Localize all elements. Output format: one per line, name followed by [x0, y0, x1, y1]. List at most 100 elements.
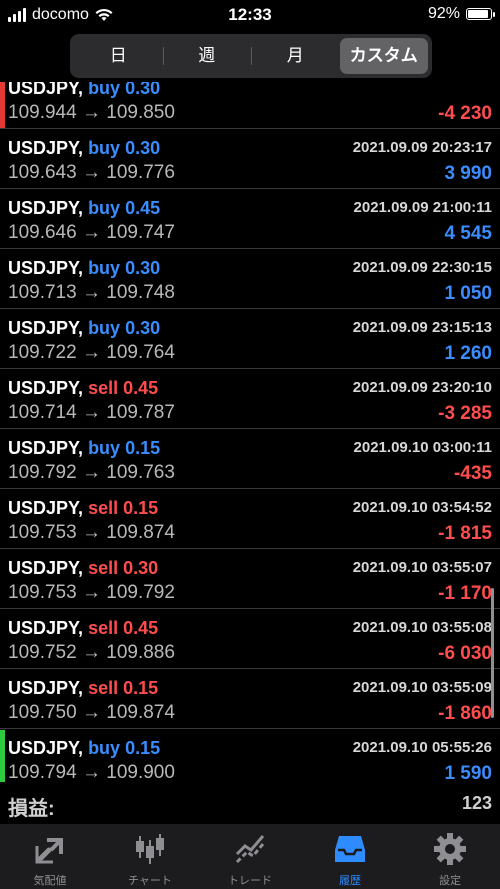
trade-prices: 109.944 → 109.850	[8, 102, 175, 124]
close-price: 109.764	[106, 342, 175, 363]
trade-profit-loss: -1 815	[438, 523, 492, 544]
close-price: 109.763	[106, 462, 175, 483]
trade-side: buy	[88, 138, 121, 158]
trade-row[interactable]: USDJPY, sell 0.15 2021.09.10 03:54:52 109.…	[0, 490, 500, 549]
arrow-icon: →	[81, 762, 101, 782]
trade-row[interactable]: USDJPY, sell 0.45 2021.09.10 03:55:08 109.…	[0, 610, 500, 669]
trade-side: buy	[88, 318, 121, 338]
trade-profit-loss: -3 285	[438, 403, 492, 424]
trade-timestamp: 2021.09.09 21:00:11	[353, 199, 492, 216]
trade-row[interactable]: USDJPY, buy 0.15 2021.09.10 05:55:26 109.7…	[0, 730, 500, 782]
bottom-tab-bar: 気配値 チャート トレード 履歴 設定	[0, 824, 500, 889]
trade-row[interactable]: USDJPY, sell 0.45 2021.09.09 23:20:10 109.…	[0, 370, 500, 429]
trade-timestamp: 2021.09.10 05:55:26	[352, 739, 492, 756]
total-profit-row: 損益: 123	[0, 782, 500, 824]
segment-day[interactable]: 日	[74, 38, 163, 74]
trade-lot: 0.15	[123, 498, 159, 518]
trade-lot: 0.30	[125, 82, 161, 98]
close-price: 109.747	[106, 222, 175, 243]
scrollbar[interactable]	[491, 588, 494, 718]
tab-label: 履歴	[339, 875, 361, 887]
open-price: 109.643	[8, 162, 77, 183]
segment-custom[interactable]: カスタム	[339, 38, 428, 74]
tab-settings[interactable]: 設定	[400, 824, 500, 889]
trade-row[interactable]: USDJPY, sell 0.15 2021.09.10 03:55:09 109.…	[0, 670, 500, 729]
open-price: 109.753	[8, 522, 77, 543]
trade-prices: 109.794 → 109.900	[8, 762, 175, 782]
trade-row[interactable]: USDJPY, buy 0.30 2021.09.09 23:15:13 109.7…	[0, 310, 500, 369]
tab-history[interactable]: 履歴	[300, 824, 400, 889]
period-selector-bar: 日週月カスタム	[0, 30, 500, 82]
trade-timestamp: 2021.09.10 03:00:11	[353, 439, 492, 456]
total-profit-label: 損益:	[8, 798, 55, 820]
trade-profit-loss: 4 545	[444, 223, 492, 244]
trade-prices: 109.643 → 109.776	[8, 162, 175, 184]
arrow-icon: →	[81, 402, 101, 423]
trade-timestamp: 2021.09.09 23:20:10	[352, 379, 492, 396]
trade-symbol: USDJPY,	[8, 82, 84, 98]
trade-side: buy	[88, 738, 121, 758]
trade-row[interactable]: USDJPY, buy 0.30 2021.09.09 20:23:17 109.6…	[0, 130, 500, 189]
trade-prices: 109.714 → 109.787	[8, 402, 175, 424]
status-bar: docomo 12:33 92%	[0, 0, 500, 30]
period-segmented-control: 日週月カスタム	[70, 34, 432, 78]
trade-lot: 0.45	[125, 198, 161, 218]
trade-profit-loss: 1 590	[444, 763, 492, 782]
trade-profit-loss: 3 990	[444, 163, 492, 184]
trade-timestamp: 2021.09.09 20:23:17	[352, 139, 492, 156]
trade-prices: 109.750 → 109.874	[8, 702, 175, 724]
tab-label: チャート	[128, 875, 172, 887]
trade-history-list[interactable]: USDJPY, buy 0.30 109.944 → 109.850 -4 230 U…	[0, 82, 500, 782]
trade-profit-loss: -1 860	[438, 703, 492, 724]
open-price: 109.794	[8, 762, 77, 782]
arrow-icon: →	[81, 342, 101, 363]
trade-lot: 0.30	[125, 138, 161, 158]
trade-symbol: USDJPY,	[8, 678, 84, 698]
segment-week[interactable]: 週	[162, 38, 252, 74]
trade-side: sell	[88, 678, 119, 698]
trade-row[interactable]: USDJPY, buy 0.30 2021.09.09 22:30:15 109.7…	[0, 250, 500, 309]
trade-symbol: USDJPY,	[8, 378, 84, 398]
trade-profit-loss: -4 230	[438, 103, 492, 124]
trade-title: USDJPY, buy 0.30	[8, 82, 160, 99]
trade-row[interactable]: USDJPY, buy 0.45 2021.09.09 21:00:11 109.6…	[0, 190, 500, 249]
trade-profit-loss: -1 170	[438, 583, 492, 604]
tab-quotes[interactable]: 気配値	[0, 824, 100, 889]
trade-prices: 109.646 → 109.747	[8, 222, 175, 244]
trade-symbol: USDJPY,	[8, 318, 84, 338]
trade-timestamp: 2021.09.10 03:55:08	[352, 619, 492, 636]
tab-trade[interactable]: トレード	[200, 824, 300, 889]
trade-lot: 0.30	[125, 318, 161, 338]
segment-month[interactable]: 月	[251, 38, 340, 74]
trade-lot: 0.15	[125, 738, 161, 758]
tab-chart[interactable]: チャート	[100, 824, 200, 889]
trade-title: USDJPY, sell 0.15	[8, 678, 158, 699]
close-price: 109.886	[106, 642, 175, 663]
arrow-icon: →	[81, 162, 101, 183]
trade-prices: 109.722 → 109.764	[8, 342, 175, 364]
trade-prices: 109.713 → 109.748	[8, 282, 175, 304]
battery-percent: 92%	[427, 5, 460, 22]
open-price: 109.792	[8, 462, 77, 483]
open-price: 109.750	[8, 702, 77, 723]
close-price: 109.874	[106, 522, 175, 543]
trade-prices: 109.753 → 109.874	[8, 522, 175, 544]
trade-row[interactable]: USDJPY, sell 0.30 2021.09.10 03:55:07 109.…	[0, 550, 500, 609]
trade-row[interactable]: USDJPY, buy 0.15 2021.09.10 03:00:11 109.7…	[0, 430, 500, 489]
trade-side: sell	[88, 558, 119, 578]
trade-row[interactable]: USDJPY, buy 0.30 109.944 → 109.850 -4 230	[0, 82, 500, 129]
trade-title: USDJPY, sell 0.45	[8, 378, 158, 399]
trade-lot: 0.30	[123, 558, 159, 578]
trade-title: USDJPY, buy 0.30	[8, 138, 160, 159]
arrow-icon: →	[81, 222, 101, 243]
trade-symbol: USDJPY,	[8, 438, 84, 458]
open-price: 109.722	[8, 342, 77, 363]
close-price: 109.874	[106, 702, 175, 723]
arrow-icon: →	[81, 462, 101, 483]
close-price: 109.792	[106, 582, 175, 603]
close-price: 109.900	[106, 762, 175, 782]
trade-title: USDJPY, sell 0.45	[8, 618, 158, 639]
trade-lot: 0.30	[125, 258, 161, 278]
trade-symbol: USDJPY,	[8, 618, 84, 638]
trade-symbol: USDJPY,	[8, 558, 84, 578]
